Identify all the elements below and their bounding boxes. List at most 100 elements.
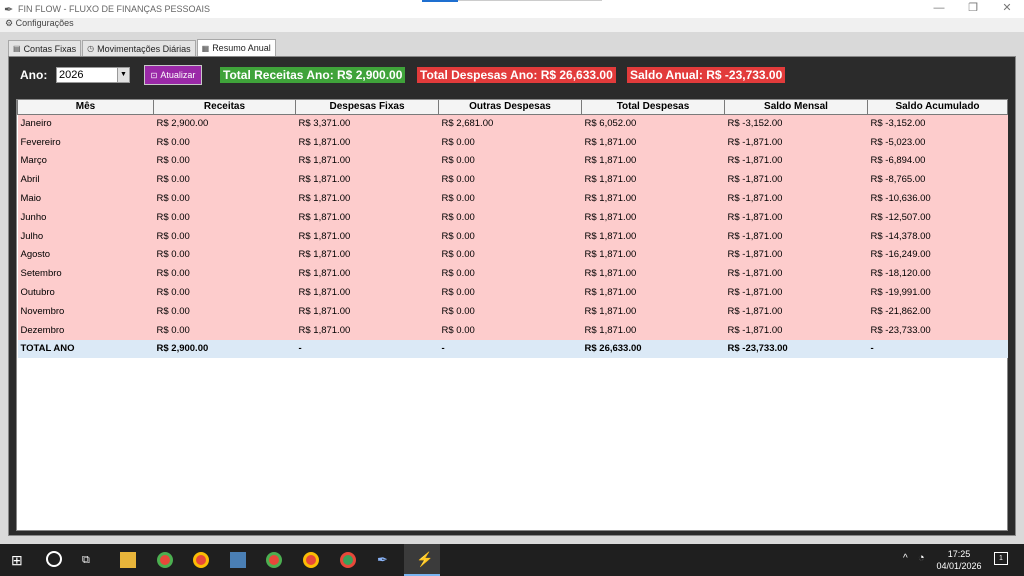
table-row[interactable]: Abril R$ 0.00 R$ 1,871.00 R$ 0.00 R$ 1,871.0… (17, 170, 1008, 190)
table-cell: R$ 1,871.00 (581, 132, 725, 152)
table-cell: R$ 0.00 (153, 207, 296, 227)
settings-menu-label: Configurações (15, 18, 74, 28)
table-cell: R$ 0.00 (153, 189, 296, 208)
table-row[interactable]: Junho R$ 0.00 R$ 1,871.00 R$ 0.00 R$ 1,871.0… (17, 207, 1008, 227)
table-cell: R$ -3,152.00 (724, 114, 868, 133)
table-cell: Agosto (17, 245, 154, 265)
table-cell: R$ -21,862.00 (867, 301, 1008, 321)
search-icon[interactable] (46, 551, 62, 567)
table-row[interactable]: Novembro R$ 0.00 R$ 1,871.00 R$ 0.00 R$ 1,87… (17, 301, 1008, 321)
close-button[interactable]: ✕ (990, 0, 1024, 16)
column-header[interactable]: Saldo Acumulado (867, 100, 1008, 115)
chrome-icon-4[interactable] (340, 552, 356, 568)
task-view-icon[interactable]: ⧉ (82, 552, 98, 568)
chevron-down-icon[interactable]: ▼ (117, 68, 129, 82)
table-row[interactable]: Janeiro R$ 2,900.00 R$ 3,371.00 R$ 2,681.00… (17, 114, 1008, 133)
file-explorer-icon[interactable] (120, 552, 136, 568)
tab-movimentacoes-diarias[interactable]: ◷ Movimentações Diárias (82, 40, 196, 56)
table-cell: R$ 0.00 (438, 264, 582, 284)
table-cell: R$ 1,871.00 (581, 320, 725, 340)
tab-label: Movimentações Diárias (97, 43, 191, 54)
table-row[interactable]: Dezembro R$ 0.00 R$ 1,871.00 R$ 0.00 R$ 1,87… (17, 320, 1008, 340)
table-row[interactable]: Agosto R$ 0.00 R$ 1,871.00 R$ 0.00 R$ 1,871.… (17, 245, 1008, 265)
table-cell: Março (17, 151, 154, 171)
clock-date: 04/01/2026 (936, 561, 982, 571)
table-cell: R$ -8,765.00 (867, 170, 1008, 190)
tab-bar: ▤ Contas Fixas ◷ Movimentações Diárias ▦… (8, 39, 277, 56)
column-header[interactable]: Despesas Fixas (295, 100, 439, 115)
settings-menu[interactable]: ⚙ Configurações (5, 18, 74, 29)
table-cell: R$ 0.00 (153, 226, 296, 246)
table-cell: R$ 1,871.00 (295, 170, 439, 190)
feather-icon: ✒ (4, 3, 14, 16)
chrome-icon[interactable] (157, 552, 173, 568)
table-cell: R$ -1,871.00 (724, 245, 868, 265)
table-cell: R$ 1,871.00 (581, 207, 725, 227)
table-cell: R$ 0.00 (438, 170, 582, 190)
table-cell: R$ -16,249.00 (867, 245, 1008, 265)
table-cell: R$ 1,871.00 (581, 245, 725, 265)
total-cell: - (867, 339, 1008, 359)
minimize-button[interactable]: — (922, 0, 956, 16)
chrome-icon-3[interactable] (303, 552, 319, 568)
year-label: Ano: (20, 68, 48, 82)
clock[interactable]: 17:25 04/01/2026 (934, 548, 984, 572)
table-cell: R$ -1,871.00 (724, 264, 868, 284)
total-row[interactable]: TOTAL ANO R$ 2,900.00- - R$ 26,633.00 R$ -23… (17, 339, 1008, 359)
table-cell: R$ -1,871.00 (724, 320, 868, 340)
wifi-icon[interactable]: ◔ (918, 552, 925, 564)
annual-summary-table: Mês Receitas Despesas Fixas Outras Despesas… (16, 99, 1008, 531)
table-cell: R$ -18,120.00 (867, 264, 1008, 284)
table-row[interactable]: Julho R$ 0.00 R$ 1,871.00 R$ 0.00 R$ 1,871.0… (17, 226, 1008, 246)
refresh-icon: ⊡ (150, 70, 158, 80)
notes-app-icon[interactable] (230, 552, 246, 568)
chrome-icon-2[interactable] (266, 552, 282, 568)
windows-start-icon[interactable]: ⊞ (11, 552, 27, 568)
python-app-icon: ⚡ (416, 551, 434, 567)
tab-resumo-anual[interactable]: ▦ Resumo Anual (196, 39, 276, 56)
table-cell: R$ 1,871.00 (581, 151, 725, 171)
notification-count: 1 (999, 555, 1003, 562)
year-select[interactable]: 2026 ▼ (56, 67, 130, 83)
table-cell: Janeiro (17, 114, 154, 133)
table-row[interactable]: Outubro R$ 0.00 R$ 1,871.00 R$ 0.00 R$ 1,871… (17, 283, 1008, 302)
window-title: FIN FLOW - FLUXO DE FINANÇAS PESSOAIS (18, 4, 211, 14)
refresh-button[interactable]: ⊡ Atualizar (144, 65, 202, 85)
table-cell: R$ 1,871.00 (581, 170, 725, 190)
column-header[interactable]: Receitas (153, 100, 296, 115)
table-cell: R$ 0.00 (438, 132, 582, 152)
total-receitas-badge: Total Receitas Ano: R$ 2,900.00 (220, 67, 406, 83)
table-cell: R$ 1,871.00 (295, 151, 439, 171)
table-row[interactable]: Setembro R$ 0.00 R$ 1,871.00 R$ 0.00 R$ 1,87… (17, 264, 1008, 284)
chrome-profile-icon[interactable] (193, 552, 209, 568)
table-cell: R$ 0.00 (153, 264, 296, 284)
table-cell: R$ 1,871.00 (581, 283, 725, 302)
table-cell: R$ 0.00 (153, 151, 296, 171)
table-cell: R$ 2,681.00 (438, 114, 582, 133)
column-header[interactable]: Total Despesas (581, 100, 725, 115)
maximize-button[interactable]: ❐ (956, 0, 990, 16)
table-row[interactable]: Maio R$ 0.00 R$ 1,871.00 R$ 0.00 R$ 1,871.00… (17, 189, 1008, 208)
table-cell: R$ -1,871.00 (724, 151, 868, 171)
table-row[interactable]: Março R$ 0.00 R$ 1,871.00 R$ 0.00 R$ 1,871.0… (17, 151, 1008, 171)
clock-icon: ◷ (87, 44, 95, 53)
column-header[interactable]: Mês (17, 100, 154, 115)
table-cell: R$ 1,871.00 (295, 226, 439, 246)
feather-app-icon[interactable]: ✒ (377, 552, 393, 568)
notification-icon[interactable]: 1 (994, 552, 1008, 565)
column-header[interactable]: Outras Despesas (438, 100, 582, 115)
table-row[interactable]: Fevereiro R$ 0.00 R$ 1,871.00 R$ 0.00 R$ 1,8… (17, 132, 1008, 152)
active-app-slot[interactable]: ⚡ (404, 544, 440, 576)
chevron-up-icon[interactable]: ^ (903, 553, 908, 564)
column-header[interactable]: Saldo Mensal (724, 100, 868, 115)
table-cell: R$ 2,900.00 (153, 114, 296, 133)
table-cell: R$ 1,871.00 (581, 301, 725, 321)
table-cell: R$ 0.00 (438, 245, 582, 265)
main-area: ▤ Contas Fixas ◷ Movimentações Diárias ▦… (0, 32, 1024, 544)
table-cell: R$ 1,871.00 (581, 226, 725, 246)
table-cell: R$ 3,371.00 (295, 114, 439, 133)
table-cell: R$ 6,052.00 (581, 114, 725, 133)
tab-contas-fixas[interactable]: ▤ Contas Fixas (8, 40, 82, 56)
saldo-anual-badge: Saldo Anual: R$ -23,733.00 (627, 67, 786, 83)
resumo-anual-panel: Ano: 2026 ▼ ⊡ Atualizar Total Receitas A… (8, 56, 1016, 536)
